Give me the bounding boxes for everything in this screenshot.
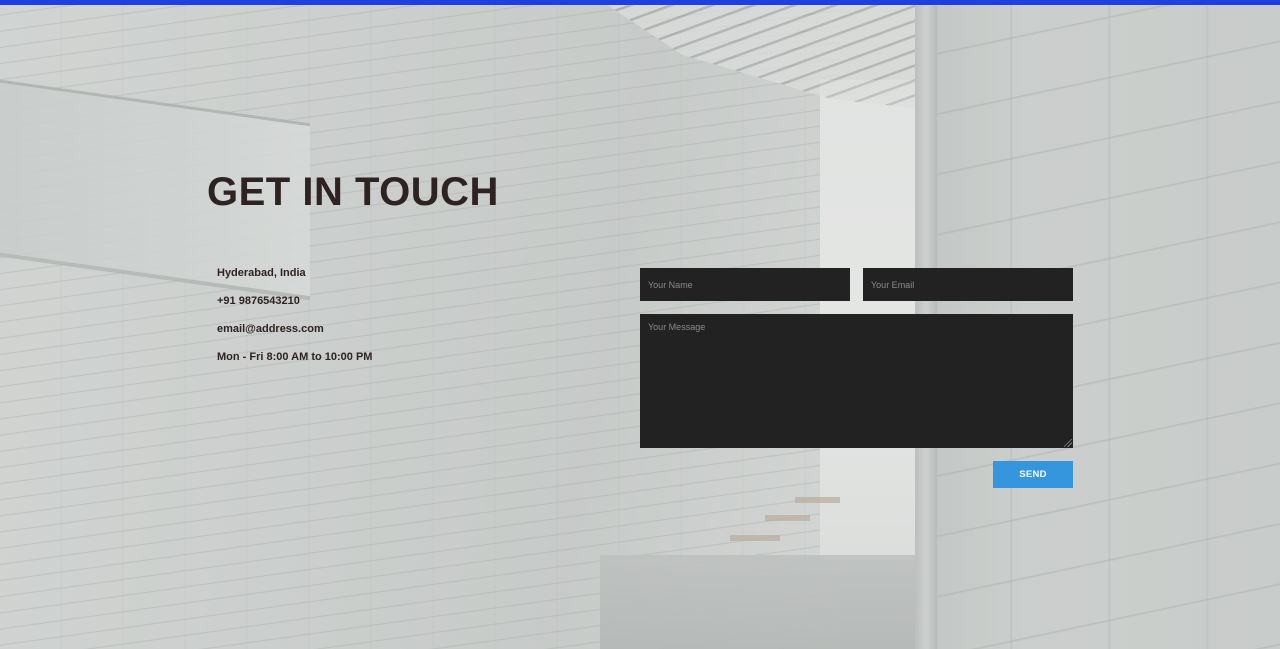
name-input[interactable]: [640, 268, 850, 301]
contact-info-list: Hyderabad, India +91 9876543210 email@ad…: [217, 266, 372, 378]
resize-handle-icon[interactable]: [1064, 439, 1072, 447]
contact-section: GET IN TOUCH Hyderabad, India +91 987654…: [0, 0, 1280, 649]
contact-phone: +91 9876543210: [217, 295, 300, 307]
top-accent-bar: [0, 0, 1280, 5]
page-title: GET IN TOUCH: [207, 170, 499, 214]
send-button[interactable]: SEND: [993, 461, 1073, 488]
email-input[interactable]: [863, 268, 1073, 301]
contact-page: GET IN TOUCH Hyderabad, India +91 987654…: [0, 0, 1280, 649]
contact-address: Hyderabad, India: [217, 267, 306, 279]
message-textarea[interactable]: [640, 314, 1073, 448]
contact-hours: Mon - Fri 8:00 AM to 10:00 PM: [217, 351, 373, 363]
contact-email: email@address.com: [217, 323, 324, 335]
